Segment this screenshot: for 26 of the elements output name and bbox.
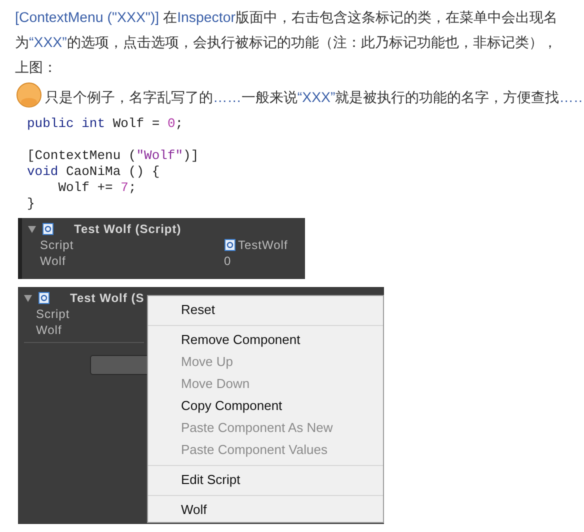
- code-line: public int Wolf = 0;: [27, 116, 184, 132]
- component-title: Test Wolf (S: [70, 290, 144, 307]
- intro-paragraph: [ContextMenu ("XXX")] 在Inspector版面中，右击包含这条标记的类，在菜单中会出现名为“XXX”的选项，点击选项，会执行被标记的功能（注：此乃标记功能也，非标记类），上图：: [15, 9, 558, 78]
- component-title: Test Wolf (Script): [74, 221, 182, 238]
- property-value: TestWolf: [238, 237, 288, 254]
- property-value: 0: [224, 253, 232, 270]
- property-label: Wolf: [40, 253, 67, 270]
- code-line: Wolf += 7;: [57, 180, 136, 196]
- property-label: Script: [40, 237, 75, 254]
- property-label: Script: [36, 306, 70, 323]
- menu-item[interactable]: Copy Component: [148, 395, 383, 417]
- code-line: void CaoNiMa () {: [27, 164, 160, 180]
- script-file-icon: [224, 239, 236, 251]
- emoji-icon: [15, 82, 43, 108]
- script-file-icon: [38, 292, 50, 304]
- menu-item[interactable]: Reset: [148, 299, 383, 326]
- collapse-triangle-icon[interactable]: [24, 294, 32, 302]
- menu-item[interactable]: Wolf: [148, 499, 383, 521]
- menu-item[interactable]: Remove Component: [148, 329, 383, 351]
- collapse-triangle-icon[interactable]: [28, 226, 36, 232]
- script-file-icon: [42, 223, 54, 235]
- code-line: }: [27, 196, 35, 212]
- property-label: Wolf: [36, 322, 62, 339]
- note-text: 只是个例子，名字乱写了的……一般来说“XXX”就是被执行的功能的名字，方便查找……: [45, 89, 584, 108]
- code-line: [ContextMenu ("Wolf")]: [27, 148, 199, 164]
- menu-item[interactable]: Edit Script: [148, 469, 383, 496]
